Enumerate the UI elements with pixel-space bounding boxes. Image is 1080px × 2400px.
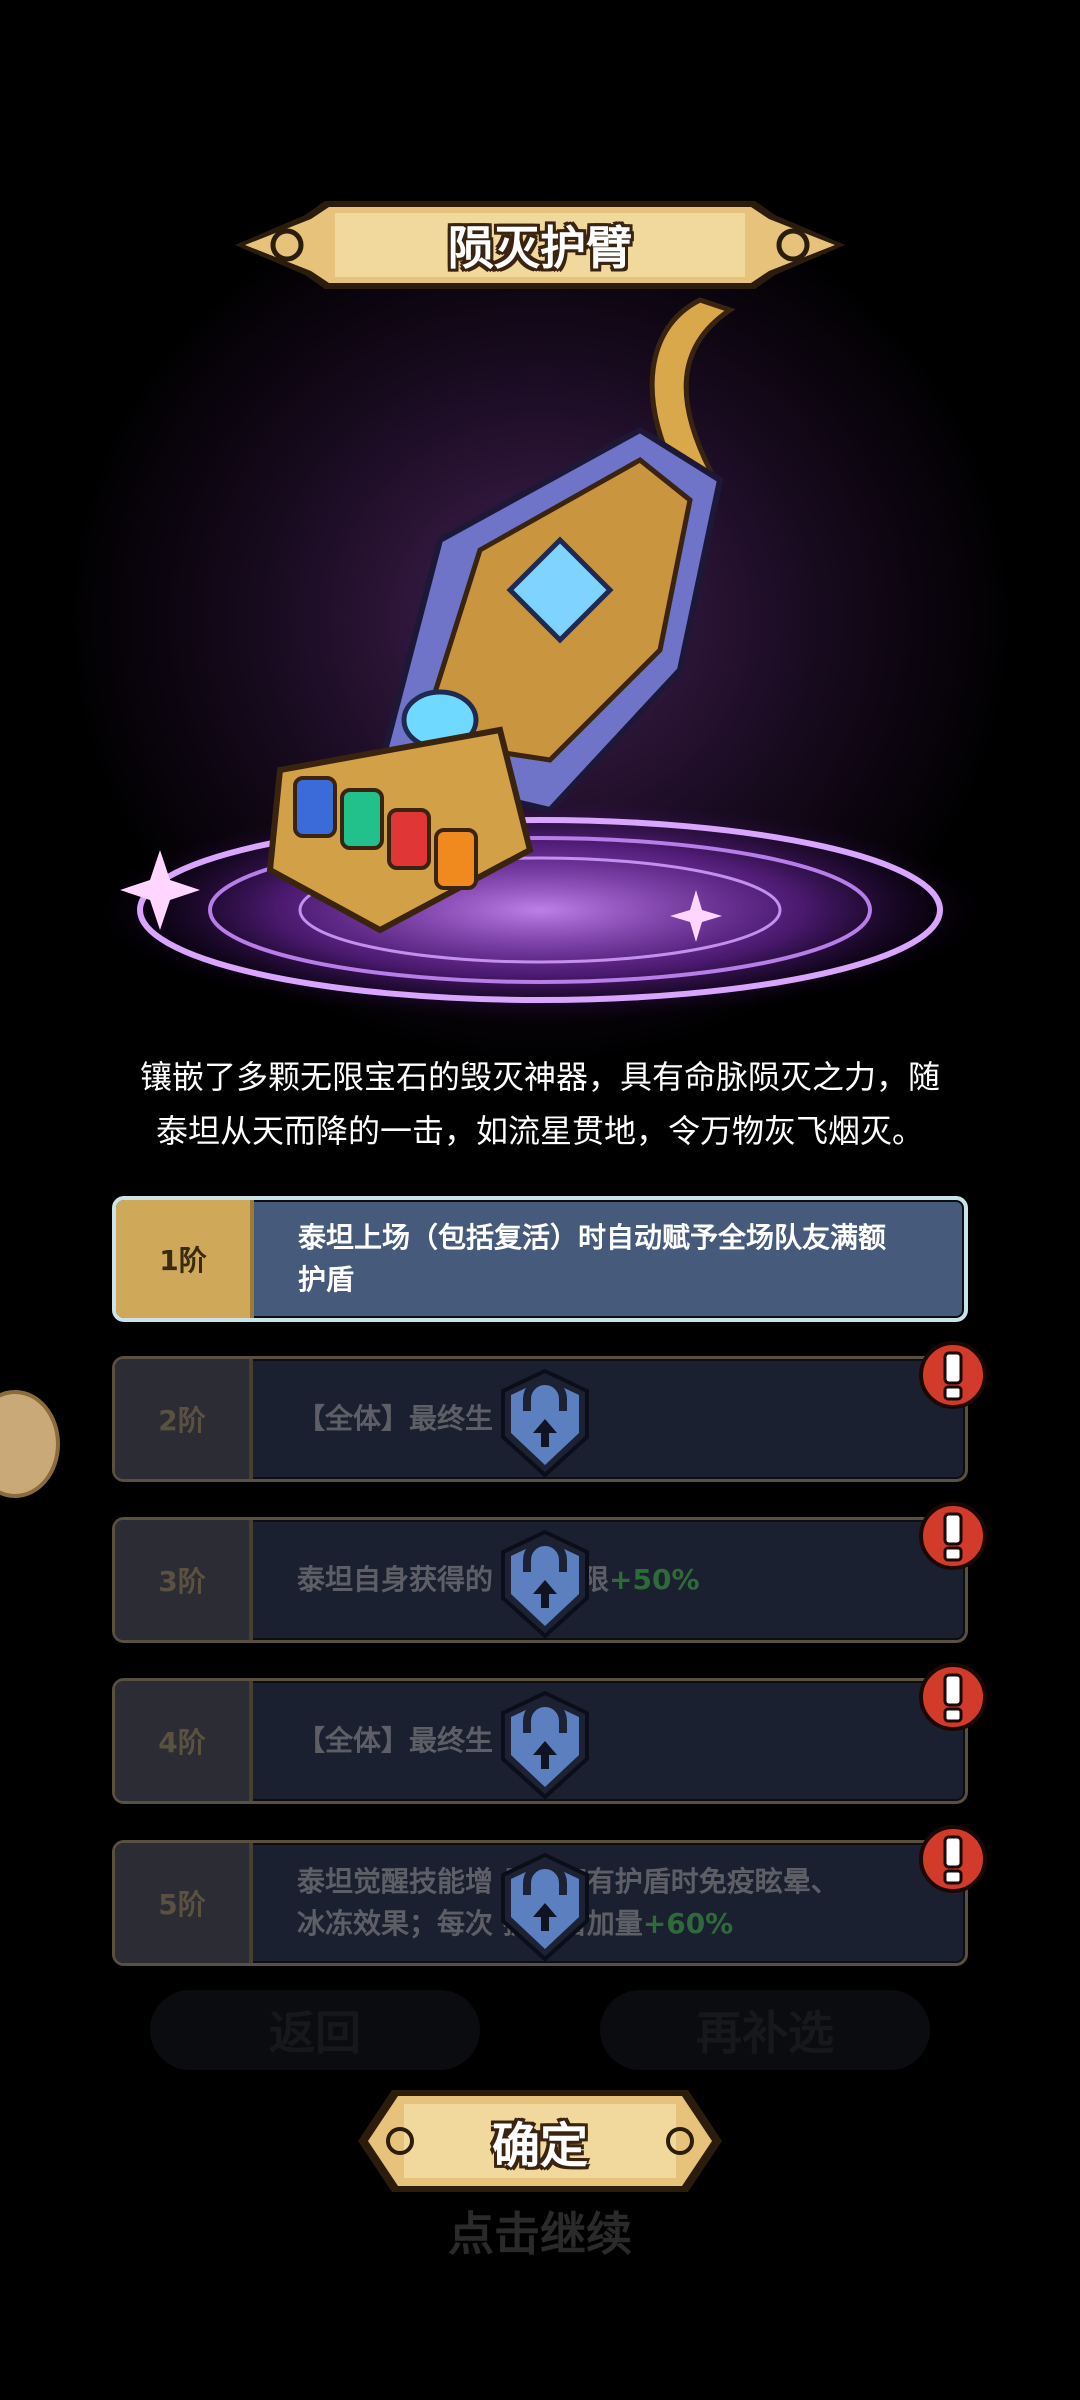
- tier-effect-pre: 【全体】最终生: [297, 1724, 494, 1757]
- tap-to-continue-hint[interactable]: 点击继续: [0, 2198, 1080, 2264]
- gauntlet-artwork: [100, 297, 980, 1020]
- item-title: 陨灭护臂: [448, 221, 632, 275]
- tier-effect-text: 泰坦觉醒技能增 果：拥有护盾时免疫眩晕、 冰冻效果；每次 护盾增加量+60%: [253, 1843, 965, 1963]
- tier-effect-text: 【全体】最终生%: [253, 1681, 965, 1801]
- tier-label: 5阶: [115, 1843, 253, 1963]
- alert-icon[interactable]: [915, 1500, 991, 1572]
- confirm-label: 确定: [491, 2118, 588, 2174]
- lock-icon: [501, 1368, 589, 1478]
- tier-label: 2阶: [115, 1359, 253, 1479]
- tier-effect-text: 泰坦上场（包括复活）时自动赋予全场队友满额 护盾: [254, 1200, 964, 1318]
- tier-effect-line-1: 泰坦上场（包括复活）时自动赋予全场队友满额: [298, 1221, 887, 1254]
- tier-label: 3阶: [115, 1520, 253, 1640]
- tier-effect-bonus: +60%: [642, 1907, 734, 1940]
- reselect-button[interactable]: 再补选: [600, 1990, 930, 2070]
- lock-icon: [501, 1529, 589, 1639]
- back-button[interactable]: 返回: [150, 1990, 480, 2070]
- tier-effect-line-2: 护盾: [298, 1263, 355, 1296]
- tier-effect-pre: 【全体】最终生: [297, 1402, 494, 1435]
- confirm-button[interactable]: 确定: [358, 2082, 722, 2200]
- tier-row-5[interactable]: 5阶 泰坦觉醒技能增 果：拥有护盾时免疫眩晕、 冰冻效果；每次 护盾增加量+60…: [112, 1825, 987, 1966]
- alert-icon[interactable]: [915, 1339, 991, 1411]
- tier-label: 4阶: [115, 1681, 253, 1801]
- tier-row-2[interactable]: 2阶 【全体】最终生%: [112, 1341, 987, 1482]
- lock-icon: [501, 1690, 589, 1800]
- alert-icon[interactable]: [915, 1661, 991, 1733]
- alert-icon[interactable]: [915, 1823, 991, 1895]
- tier-row-1[interactable]: 1阶 泰坦上场（包括复活）时自动赋予全场队友满额 护盾: [112, 1196, 968, 1322]
- tier-label: 1阶: [116, 1200, 254, 1318]
- description-line-1: 镶嵌了多颗无限宝石的毁灭神器，具有命脉陨灭之力，随: [139, 1058, 940, 1096]
- tier-row-4[interactable]: 4阶 【全体】最终生%: [112, 1663, 987, 1804]
- tier-effect-text: 泰坦自身获得的上限+50%: [253, 1520, 965, 1640]
- tier-effect-bonus: +50%: [609, 1563, 700, 1596]
- item-description: 镶嵌了多颗无限宝石的毁灭神器，具有命脉陨灭之力，随 泰坦从天而降的一击，如流星贯…: [40, 1050, 1040, 1158]
- side-avatar[interactable]: [0, 1390, 60, 1498]
- lock-icon: [501, 1852, 589, 1962]
- tier-row-3[interactable]: 3阶 泰坦自身获得的上限+50%: [112, 1502, 987, 1643]
- tier-effect-pre: 泰坦自身获得的: [297, 1563, 494, 1596]
- description-line-2: 泰坦从天而降的一击，如流星贯地，令万物灰飞烟灭。: [155, 1112, 924, 1150]
- tier-effect-text: 【全体】最终生%: [253, 1359, 965, 1479]
- title-banner: 陨灭护臂: [235, 195, 845, 295]
